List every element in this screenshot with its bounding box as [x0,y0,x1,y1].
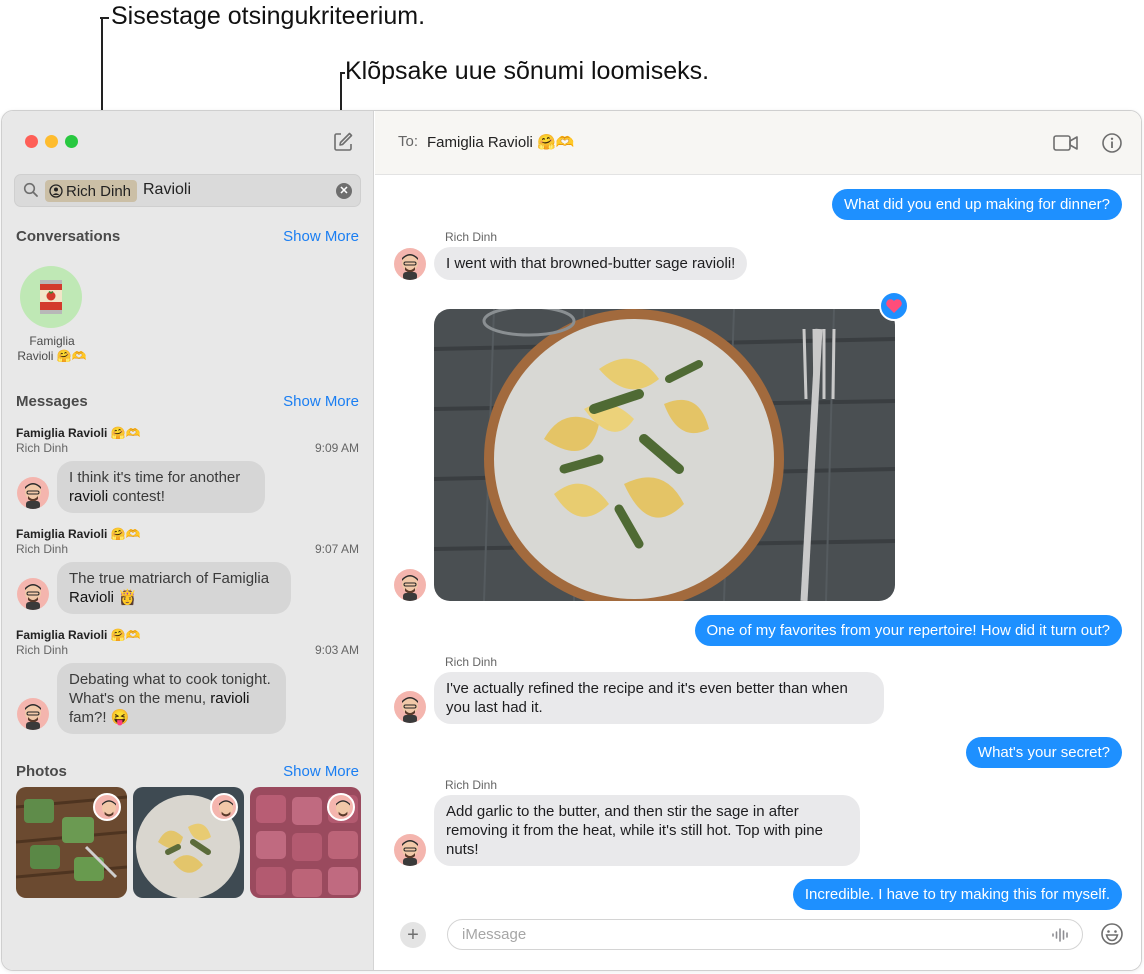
message-time: 9:09 AM [314,441,359,455]
memoji-badge-icon [327,793,355,821]
snippet-text-end: fam?! 😝 [69,709,130,726]
outgoing-message: One of my favorites from your repertoire… [694,615,1122,646]
message-snippet: I think it's time for another ravioli co… [57,461,265,513]
search-query-text: Ravioli [143,181,192,198]
message-sender: Rich Dinh [16,542,69,556]
photo-thumbnail[interactable] [16,787,127,898]
sender-name: Rich Dinh [445,230,498,244]
photos-show-more-link[interactable]: Show More [283,763,359,780]
conversation-avatar[interactable] [20,266,82,328]
search-token-label: Rich Dinh [66,182,132,200]
compose-callout-leader-tick [340,72,345,74]
zoom-window-button[interactable] [65,135,78,148]
message-group-name: Famiglia Ravioli 🤗🫶 [16,628,141,642]
compose-icon[interactable] [332,131,354,153]
tomato-can-icon [40,280,62,314]
message-input[interactable] [462,926,1022,943]
incoming-message: Add garlic to the butter, and then stir … [434,795,860,866]
snippet-text: I think it's time for another [69,469,241,486]
messages-show-more-link[interactable]: Show More [283,393,359,410]
snippet-text-end: contest! [108,488,165,505]
compose-callout: Klõpsake uue sõnumi loomiseks. [345,57,710,85]
sender-name: Rich Dinh [445,778,498,792]
compose-bar: + [375,910,1141,970]
snippet-text: The true matriarch of Famiglia [69,570,270,587]
message-snippet: The true matriarch of Famiglia Ravioli 👸 [57,562,291,614]
recipient-name[interactable]: Famiglia Ravioli 🤗🫶 [427,133,574,151]
audio-waveform-icon[interactable] [1052,928,1070,942]
memoji-badge-icon [210,793,238,821]
facetime-video-icon[interactable] [1053,133,1079,153]
message-sender: Rich Dinh [16,643,69,657]
message-snippet: Debating what to cook tonight. What's on… [57,663,286,734]
memoji-avatar-icon [17,578,49,610]
conversation-name: Famiglia Ravioli 🤗🫶 [17,334,87,363]
message-group-name: Famiglia Ravioli 🤗🫶 [16,426,141,440]
message-input-container[interactable] [447,919,1083,950]
photo-thumbnail[interactable] [250,787,361,898]
to-label: To: [398,133,419,150]
snippet-highlight: ravioli [69,488,109,505]
memoji-avatar-icon [394,248,426,280]
photo-thumbnail[interactable] [133,787,244,898]
snippet-highlight: Ravioli [69,589,115,606]
snippet-text-end: 👸 [114,589,137,606]
message-group-name: Famiglia Ravioli 🤗🫶 [16,527,141,541]
conversation-pane: To: Famiglia Ravioli 🤗🫶 What did you end… [375,111,1141,970]
conversations-show-more-link[interactable]: Show More [283,228,359,245]
incoming-message: I went with that browned-butter sage rav… [434,247,748,280]
outgoing-message: What's your secret? [965,737,1122,768]
memoji-avatar-icon [394,569,426,601]
minimize-window-button[interactable] [45,135,58,148]
photos-section-title: Photos [16,763,67,780]
outgoing-message: What did you end up making for dinner? [832,189,1122,220]
search-token-person[interactable]: Rich Dinh [45,180,138,202]
search-callout-leader-tick [100,17,109,19]
snippet-highlight: ravioli [210,690,250,707]
message-sender: Rich Dinh [16,441,69,455]
message-time: 9:03 AM [314,643,359,657]
info-icon[interactable] [1101,132,1123,154]
messages-section-title: Messages [16,393,88,410]
search-callout: Sisestage otsingukriteerium. [111,2,426,30]
incoming-message: I've actually refined the recipe and it'… [434,672,884,724]
search-icon [23,182,38,197]
memoji-avatar-icon [17,477,49,509]
sender-name: Rich Dinh [445,655,498,669]
conversations-section-title: Conversations [16,228,121,245]
memoji-badge-icon [93,793,121,821]
sidebar: Rich Dinh Ravioli ✕ Conversations Show M… [2,111,374,970]
search-field[interactable]: Rich Dinh Ravioli ✕ [14,174,361,207]
memoji-avatar-icon [17,698,49,730]
ravioli-photo[interactable] [434,309,895,601]
heart-tapback-icon[interactable] [879,291,909,321]
messages-window: Rich Dinh Ravioli ✕ Conversations Show M… [1,110,1142,971]
clear-search-icon[interactable]: ✕ [336,183,352,199]
message-time: 9:07 AM [314,542,359,556]
memoji-avatar-icon [394,691,426,723]
conversation-header: To: Famiglia Ravioli 🤗🫶 [375,111,1141,175]
emoji-icon[interactable] [1100,922,1124,946]
close-window-button[interactable] [25,135,38,148]
person-icon [49,184,63,198]
memoji-avatar-icon [394,834,426,866]
outgoing-message: Incredible. I have to try making this fo… [792,879,1122,910]
apps-plus-button[interactable]: + [400,922,426,948]
